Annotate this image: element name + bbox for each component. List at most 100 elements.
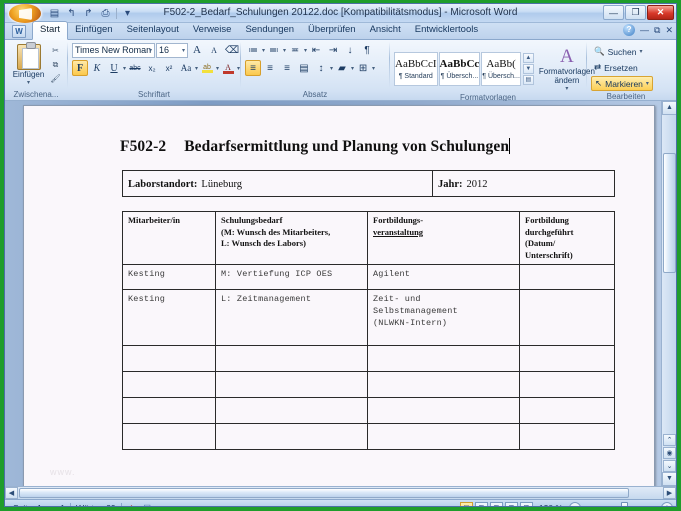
training-table[interactable]: Mitarbeiter/in Schulungsbedarf (M: Wunsc… (122, 211, 615, 450)
cell-employee[interactable] (122, 371, 216, 398)
numbering-button[interactable]: ≕ (266, 42, 282, 58)
browse-next-button[interactable]: ⌄ (663, 460, 676, 472)
word-count[interactable]: Wörter: 39 (71, 503, 121, 507)
cell-done[interactable] (519, 423, 615, 450)
language-icon[interactable]: ▤ (141, 502, 154, 506)
tab-ansicht[interactable]: Ansicht (363, 22, 408, 39)
increase-indent-button[interactable]: ⇥ (325, 42, 341, 58)
outline-view-button[interactable]: ▧ (504, 501, 518, 506)
style-ueberschrift-2[interactable]: AaBb( ¶ Übersch... (481, 51, 521, 86)
browse-previous-button[interactable]: ⌃ (663, 434, 676, 446)
cell-need[interactable]: M: Vertiefung ICP OES (215, 264, 368, 290)
cell-done[interactable] (519, 264, 615, 290)
select-browse-object-button[interactable]: ◉ (663, 447, 676, 459)
select-chevron-down-icon[interactable]: ▾ (646, 80, 649, 87)
scroll-up-button[interactable]: ▲ (662, 101, 676, 115)
draft-view-button[interactable]: ▨ (519, 501, 533, 506)
tab-seitenlayout[interactable]: Seitenlayout (120, 22, 186, 39)
font-size-combo[interactable]: 16 ▾ (156, 42, 188, 58)
cell-employee[interactable]: Kesting (122, 289, 216, 346)
align-center-button[interactable]: ≡ (262, 60, 278, 76)
cell-done[interactable] (519, 371, 615, 398)
tab-ueberpruefen[interactable]: Überprüfen (301, 22, 363, 39)
font-name-chevron-down-icon[interactable]: ▾ (149, 47, 152, 54)
cell-done[interactable] (519, 397, 615, 424)
year-cell[interactable]: Jahr: 2012 (432, 170, 615, 197)
cell-done[interactable] (519, 289, 615, 346)
replace-button[interactable]: ⇄ Ersetzen (591, 60, 641, 75)
horizontal-scroll-thumb[interactable] (19, 488, 629, 498)
styles-scroll-up-icon[interactable]: ▲ (522, 52, 534, 63)
cell-need[interactable]: L: Zeitmanagement (215, 289, 368, 346)
superscript-button[interactable]: x² (161, 60, 177, 76)
align-left-button[interactable]: ≡ (245, 60, 261, 76)
format-painter-icon[interactable]: 🖌 (48, 72, 63, 85)
location-cell[interactable]: Laborstandort: Lüneburg (122, 170, 433, 197)
multilevel-chevron-down-icon[interactable]: ▾ (304, 47, 307, 54)
change-styles-chevron-down-icon[interactable]: ▾ (565, 85, 568, 92)
info-table[interactable]: Laborstandort: Lüneburg Jahr: 2012 (122, 170, 615, 197)
paste-dropdown-icon[interactable]: ▾ (27, 79, 30, 86)
vertical-scroll-thumb[interactable] (663, 153, 676, 273)
decrease-indent-button[interactable]: ⇤ (308, 42, 324, 58)
align-right-button[interactable]: ≡ (279, 60, 295, 76)
doc-close-button[interactable]: ✕ (665, 25, 673, 36)
italic-button[interactable]: K (89, 60, 105, 76)
cut-icon[interactable]: ✂ (48, 44, 63, 57)
numbering-chevron-down-icon[interactable]: ▾ (283, 47, 286, 54)
cell-event[interactable] (367, 345, 520, 372)
tab-einfuegen[interactable]: Einfügen (68, 22, 120, 39)
highlight-button[interactable]: ab (199, 60, 215, 76)
bold-button[interactable]: F (72, 60, 88, 76)
select-button[interactable]: ↖ Markieren ▾ (591, 76, 653, 91)
document-page[interactable]: F502-2 Bedarfsermittlung und Planung von … (23, 105, 655, 486)
tab-entwicklertools[interactable]: Entwicklertools (408, 22, 485, 39)
subscript-button[interactable]: x₂ (144, 60, 160, 76)
zoom-out-button[interactable]: − (569, 501, 581, 506)
highlight-chevron-down-icon[interactable]: ▾ (216, 65, 219, 72)
doc-restore-button[interactable]: ⧉ (654, 25, 660, 36)
scroll-right-button[interactable]: ▶ (663, 487, 676, 499)
scroll-down-button[interactable]: ▼ (662, 472, 676, 486)
line-spacing-button[interactable]: ↕ (313, 60, 329, 76)
help-icon[interactable]: ? (623, 24, 636, 36)
web-layout-view-button[interactable]: ▦ (489, 501, 503, 506)
page-indicator[interactable]: Seite: 1 von 1 (8, 503, 70, 507)
bullets-chevron-down-icon[interactable]: ▾ (262, 47, 265, 54)
full-screen-reading-view-button[interactable]: ▥ (474, 501, 488, 506)
multilevel-list-button[interactable]: ≖ (287, 42, 303, 58)
bullets-button[interactable]: ≔ (245, 42, 261, 58)
print-layout-view-button[interactable]: ▣ (459, 501, 473, 506)
paste-button[interactable]: Einfügen ▾ (9, 42, 48, 86)
cell-need[interactable] (215, 423, 368, 450)
cell-done[interactable] (519, 345, 615, 372)
font-color-button[interactable]: A (220, 60, 236, 76)
sort-button[interactable]: ↓ (342, 42, 358, 58)
style-standard[interactable]: AaBbCcI ¶ Standard (394, 51, 438, 86)
shading-chevron-down-icon[interactable]: ▾ (351, 65, 354, 72)
minimize-button[interactable]: — (603, 5, 624, 20)
strikethrough-button[interactable]: abc (127, 60, 143, 76)
scroll-left-button[interactable]: ◀ (5, 487, 18, 499)
zoom-slider-thumb[interactable] (621, 502, 628, 506)
doc-minimize-button[interactable]: — (640, 25, 649, 35)
styles-scroll-down-icon[interactable]: ▼ (522, 63, 534, 74)
cell-employee[interactable] (122, 345, 216, 372)
zoom-level-label[interactable]: 120 % (535, 503, 567, 507)
close-button[interactable]: ✕ (647, 5, 674, 20)
borders-chevron-down-icon[interactable]: ▾ (372, 65, 375, 72)
change-case-chevron-down-icon[interactable]: ▾ (195, 65, 198, 72)
cell-need[interactable] (215, 397, 368, 424)
font-size-chevron-down-icon[interactable]: ▾ (182, 47, 185, 54)
tab-start[interactable]: Start (32, 21, 69, 40)
cell-event[interactable] (367, 397, 520, 424)
shrink-font-icon[interactable]: A (206, 42, 222, 58)
find-button[interactable]: 🔍 Suchen ▾ (591, 44, 645, 59)
cell-employee[interactable] (122, 397, 216, 424)
cell-employee[interactable] (122, 423, 216, 450)
borders-button[interactable]: ⊞ (355, 60, 371, 76)
tab-verweise[interactable]: Verweise (186, 22, 239, 39)
change-case-button[interactable]: Aa (178, 60, 194, 76)
cell-event[interactable]: Zeit- und Selbstmanagement (NLWKN-Intern… (367, 289, 520, 346)
font-color-chevron-down-icon[interactable]: ▾ (237, 65, 240, 72)
